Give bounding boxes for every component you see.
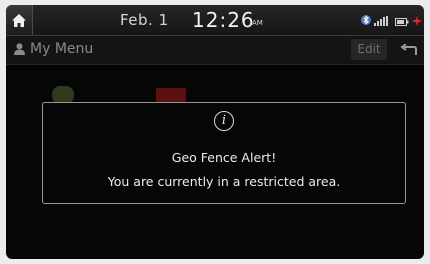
menu-title: My Menu [30, 41, 94, 57]
home-button[interactable] [6, 5, 33, 35]
bluetooth-icon [361, 11, 371, 30]
home-icon [12, 13, 26, 27]
status-date: Feb. 1 [120, 11, 169, 29]
user-icon [14, 43, 25, 55]
edit-button[interactable]: Edit [351, 39, 387, 60]
status-ampm: AM [252, 19, 263, 27]
menu-header: My Menu Edit [6, 36, 424, 65]
dialog-title: Geo Fence Alert! [171, 150, 277, 165]
status-time: 12:26 [192, 8, 255, 32]
head-unit-screen: Feb. 1 12:26 AM My Menu Edit i Geo Fence… [6, 5, 424, 259]
background-menu-icon [156, 88, 186, 102]
status-icons [361, 14, 422, 26]
back-button[interactable] [395, 39, 422, 60]
battery-icon [395, 11, 409, 30]
signal-icon [374, 11, 392, 30]
dialog-message: You are currently in a restricted area. [107, 174, 341, 189]
back-arrow-icon [399, 43, 417, 55]
status-bar: Feb. 1 12:26 AM [6, 5, 424, 36]
alert-icon [412, 11, 422, 30]
info-icon: i [214, 111, 234, 131]
geo-fence-alert-dialog: i Geo Fence Alert! You are currently in … [42, 102, 406, 204]
